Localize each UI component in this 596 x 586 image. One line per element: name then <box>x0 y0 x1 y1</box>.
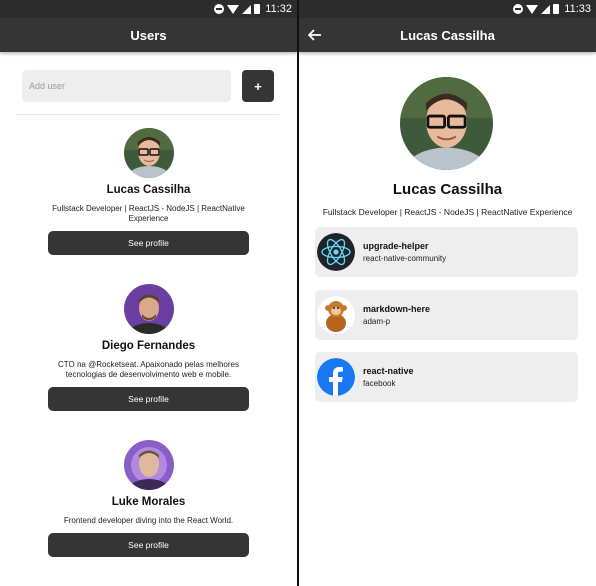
app-header: Users <box>0 18 297 52</box>
avatar <box>123 284 174 334</box>
battery-icon <box>553 4 560 14</box>
arrow-left-icon <box>308 29 321 41</box>
user-bio: CTO na @Rocketseat. Apaixonado pelas mel… <box>58 360 239 379</box>
repo-name: markdown-here <box>363 304 431 314</box>
signal-icon <box>541 4 551 14</box>
user-bio: Frontend developer diving into the React… <box>63 516 234 525</box>
user-name: Diego Fernandes <box>101 340 196 352</box>
signal-icon <box>242 4 252 14</box>
repo-owner: react-native-community <box>363 254 447 263</box>
add-user-input[interactable] <box>22 70 231 102</box>
page-title: Lucas Cassilha <box>400 27 495 43</box>
react-logo-icon <box>317 233 355 271</box>
repo-owner: facebook <box>363 379 396 388</box>
battery-icon <box>254 4 261 14</box>
profile-bio: Fullstack Developer | ReactJS - NodeJS |… <box>322 207 573 217</box>
profile-name: Lucas Cassilha <box>392 181 503 198</box>
plus-icon: + <box>254 78 262 94</box>
profile-avatar <box>400 77 493 170</box>
status-bar: 11:32 <box>0 0 297 18</box>
status-time: 11:33 <box>564 3 591 15</box>
users-screen: 11:32 Users + Lucas Cassilha Fullstack D… <box>0 0 297 586</box>
add-user-form: + <box>22 70 275 102</box>
user-name: Luke Morales <box>111 496 186 508</box>
user-profile-screen: 11:33 Lucas Cassilha Lucas Cassilha Full… <box>299 0 596 586</box>
repo-card[interactable]: markdown-here adam-p <box>315 290 578 340</box>
add-user-button[interactable]: + <box>242 70 274 102</box>
see-profile-button[interactable]: See profile <box>48 387 249 411</box>
facebook-logo-icon <box>317 358 355 396</box>
user-card: Lucas Cassilha Fullstack Developer | Rea… <box>0 128 297 255</box>
do-not-disturb-icon <box>513 4 524 14</box>
repo-name: react-native <box>363 366 414 376</box>
user-card: Luke Morales Frontend developer diving i… <box>0 440 297 557</box>
repo-name: upgrade-helper <box>363 241 429 251</box>
repo-owner: adam-p <box>363 317 391 326</box>
wifi-icon <box>227 4 240 14</box>
status-time: 11:32 <box>265 3 292 15</box>
do-not-disturb-icon <box>214 4 225 14</box>
see-profile-button[interactable]: See profile <box>48 231 249 255</box>
back-button[interactable] <box>305 25 325 45</box>
wifi-icon <box>526 4 539 14</box>
user-name: Lucas Cassilha <box>106 184 191 196</box>
repo-card[interactable]: upgrade-helper react-native-community <box>315 227 578 277</box>
monkey-avatar-icon <box>317 296 355 334</box>
page-title: Users <box>130 27 167 43</box>
user-bio: Fullstack Developer | ReactJS - NodeJS |… <box>52 204 245 223</box>
repo-card[interactable]: react-native facebook <box>315 352 578 402</box>
divider <box>16 114 279 115</box>
app-header: Lucas Cassilha <box>299 18 596 52</box>
user-card: Diego Fernandes CTO na @Rocketseat. Apai… <box>0 284 297 411</box>
avatar <box>123 440 174 490</box>
see-profile-button[interactable]: See profile <box>48 533 249 557</box>
status-bar: 11:33 <box>299 0 596 18</box>
avatar <box>123 128 174 178</box>
